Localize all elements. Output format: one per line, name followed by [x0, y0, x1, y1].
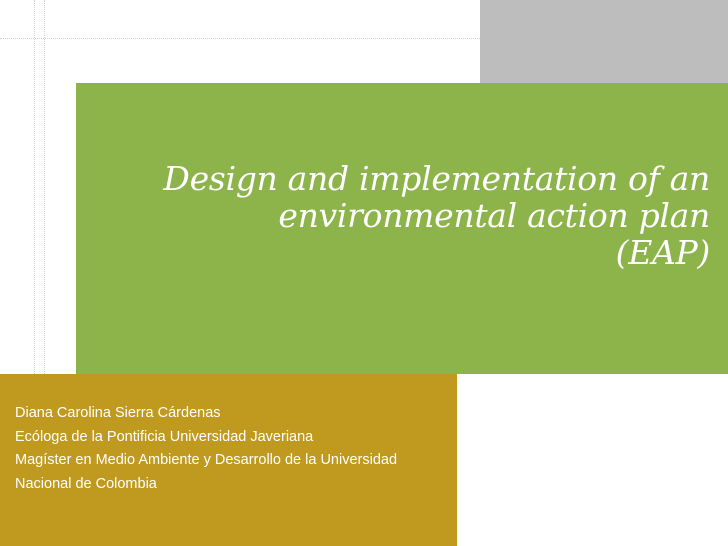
- bottom-right-panel: [457, 374, 728, 546]
- author-credential-3: Nacional de Colombia: [15, 475, 157, 492]
- author-name: Diana Carolina Sierra Cárdenas: [15, 405, 221, 421]
- slide-title-line-1: Design and implementation of an: [163, 159, 710, 198]
- author-credential-1: Ecóloga de la Pontificia Universidad Jav…: [15, 428, 314, 445]
- author-credential-2: Magíster en Medio Ambiente y Desarrollo …: [15, 452, 398, 468]
- slide: Design and implementation of an environm…: [0, 0, 728, 546]
- slide-title-line-3: (EAP): [615, 233, 711, 272]
- slide-title: Design and implementation of an environm…: [96, 160, 710, 271]
- slide-title-line-2: environmental action plan: [278, 196, 710, 235]
- author-info: Diana Carolina Sierra Cárdenas Ecóloga d…: [15, 402, 455, 496]
